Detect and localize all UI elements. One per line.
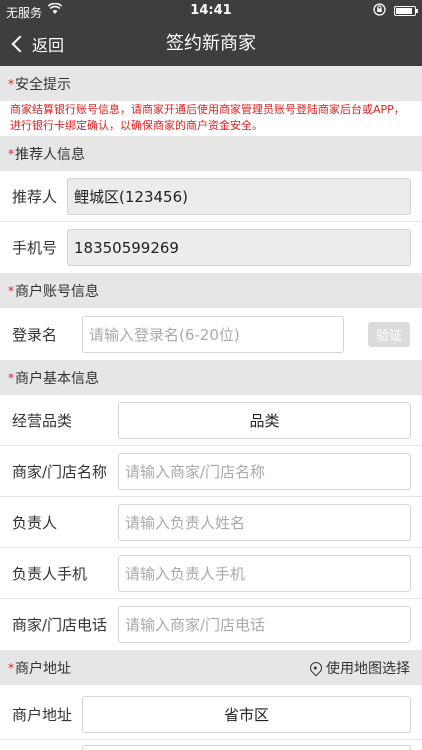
status-bar: 无服务 14:41: [0, 0, 422, 22]
required-mark: *: [8, 76, 14, 91]
map-select-label: 使用地图选择: [326, 660, 410, 677]
nav-bar: 返回 签约新商家: [0, 22, 422, 66]
required-mark: *: [8, 146, 14, 161]
region-select[interactable]: 省市区: [82, 696, 411, 733]
next-field-partial[interactable]: [82, 745, 411, 750]
login-name-label: 登录名: [12, 325, 58, 344]
page-title: 签约新商家: [166, 33, 256, 54]
store-phone-input[interactable]: 请输入商家/门店电话: [118, 606, 411, 643]
login-name-input[interactable]: 请输入登录名(6-20位): [82, 315, 344, 353]
required-mark: *: [8, 370, 14, 385]
safety-notice: 商家结算银行账号信息，请商家开通后使用商家管理员账号登陆商家后台或APP，进行银…: [10, 103, 405, 132]
required-mark: *: [8, 283, 14, 298]
category-label: 经营品类: [12, 411, 73, 430]
section-safety: * 安全提示: [0, 66, 422, 101]
battery-icon: [394, 6, 418, 16]
section-account-title: 商户账号信息: [15, 283, 99, 300]
region-row: 商户地址 省市区: [0, 690, 422, 740]
section-referrer: * 推荐人信息: [0, 136, 422, 171]
section-referrer-title: 推荐人信息: [15, 146, 85, 163]
owner-phone-label: 负责人手机: [12, 564, 88, 583]
owner-name-input[interactable]: 请输入负责人姓名: [118, 503, 411, 541]
section-basic: * 商户基本信息: [0, 360, 422, 395]
referrer-phone-row: 手机号 18350599269: [0, 222, 422, 273]
referrer-name-label: 推荐人: [12, 187, 58, 206]
section-account: * 商户账号信息: [0, 273, 422, 308]
section-basic-title: 商户基本信息: [15, 370, 99, 387]
location-pin-icon: [307, 659, 325, 676]
section-address: * 商户地址 使用地图选择: [0, 650, 422, 685]
referrer-phone-field: 18350599269: [67, 229, 411, 266]
battery-level: [396, 8, 413, 14]
referrer-name-field: 鲤城区(123456): [67, 177, 411, 215]
verify-button[interactable]: 验证: [368, 321, 410, 347]
clock: 14:41: [190, 3, 232, 18]
owner-phone-input[interactable]: 请输入负责人手机: [118, 554, 411, 592]
section-address-title: 商户地址: [15, 660, 71, 677]
store-name-input[interactable]: 请输入商家/门店名称: [118, 452, 411, 490]
store-phone-label: 商家/门店电话: [12, 616, 108, 634]
referrer-phone-label: 手机号: [12, 239, 58, 257]
login-name-row: 登录名 请输入登录名(6-20位) 验证: [0, 308, 422, 360]
store-name-label: 商家/门店名称: [12, 462, 108, 481]
owner-row: 负责人 请输入负责人姓名: [0, 497, 422, 548]
region-label: 商户地址: [12, 706, 73, 724]
orientation-lock-icon: [373, 3, 386, 19]
referrer-name-row: 推荐人 鲤城区(123456): [0, 171, 422, 222]
category-row: 经营品类 品类: [0, 395, 422, 446]
map-select-link[interactable]: 使用地图选择: [307, 650, 410, 685]
store-name-row: 商家/门店名称 请输入商家/门店名称: [0, 446, 422, 497]
required-mark: *: [8, 660, 14, 675]
store-phone-row: 商家/门店电话 请输入商家/门店电话: [0, 599, 422, 650]
owner-label: 负责人: [12, 513, 58, 532]
owner-phone-row: 负责人手机 请输入负责人手机: [0, 548, 422, 599]
category-select[interactable]: 品类: [118, 401, 411, 439]
section-safety-title: 安全提示: [15, 76, 71, 93]
